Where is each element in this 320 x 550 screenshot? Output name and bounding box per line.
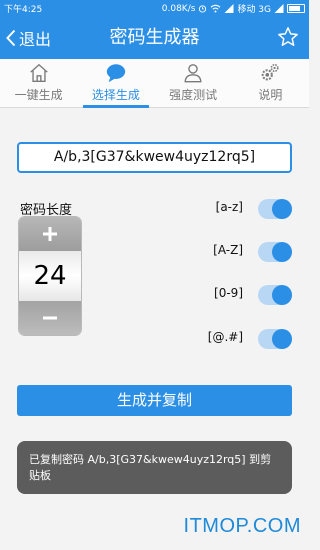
signal-icon (224, 4, 234, 13)
toggle-knob (272, 285, 292, 305)
option-uppercase: [A-Z] (190, 240, 295, 264)
toast-message: 已复制密码 A/b,3[G37&kwew4uyz12rq5] 到剪贴板 (17, 441, 292, 494)
battery-icon (287, 4, 305, 13)
password-output-field[interactable]: A/b,3[G37&kwew4uyz12rq5] (17, 142, 292, 173)
uppercase-toggle[interactable] (258, 242, 292, 262)
chevron-left-icon (6, 29, 16, 47)
tab-label: 选择生成 (91, 88, 140, 102)
house-icon (29, 63, 48, 82)
option-symbols: [@.#] (190, 327, 295, 351)
toggle-knob (272, 242, 292, 262)
carrier-text: 移动 3G (237, 5, 271, 15)
length-value: 24 (19, 251, 81, 301)
tab-label: 强度测试 (169, 88, 218, 102)
tab-one-click[interactable]: 一键生成 (0, 59, 77, 107)
status-right: 0.08K/s 移动 3G (162, 2, 305, 15)
status-bar: 下午4:25 0.08K/s 移动 3G (0, 0, 309, 17)
option-label: [0-9] (214, 286, 243, 300)
symbols-toggle[interactable] (258, 329, 292, 349)
network-speed: 0.08K/s (161, 3, 196, 14)
chat-bubble-icon (106, 64, 126, 83)
wifi-icon (211, 4, 221, 13)
tab-help[interactable]: 说明 (232, 59, 309, 107)
title-bar: 密码生成器 退出 (0, 17, 309, 59)
gears-icon (262, 63, 279, 81)
length-stepper: 24 (19, 217, 81, 335)
lowercase-toggle[interactable] (258, 199, 292, 219)
status-time: 下午4:25 (4, 5, 43, 15)
option-label: [a-z] (215, 200, 243, 214)
toggle-knob (272, 199, 292, 219)
watermark: ITMOP.COM (183, 515, 301, 537)
signal-icon-2 (274, 4, 284, 13)
tab-label: 一键生成 (14, 88, 63, 102)
option-digits: [0-9] (190, 283, 295, 307)
toggle-knob (272, 329, 292, 349)
back-button[interactable]: 退出 (6, 17, 51, 59)
option-label: [@.#] (207, 330, 243, 344)
plus-icon (43, 227, 57, 241)
increment-button[interactable] (19, 217, 81, 251)
tab-strength-test[interactable]: 强度测试 (155, 59, 232, 107)
decrement-button[interactable] (19, 301, 81, 335)
digits-toggle[interactable] (258, 285, 292, 305)
back-label: 退出 (19, 30, 52, 49)
option-label: [A-Z] (213, 243, 243, 257)
option-lowercase: [a-z] (190, 197, 295, 221)
tab-bar: 一键生成 选择生成 强度测试 说明 (0, 59, 309, 108)
minus-icon (43, 316, 57, 320)
favorite-button[interactable] (277, 26, 299, 52)
generate-copy-button[interactable]: 生成并复制 (17, 385, 292, 416)
star-icon (278, 27, 298, 46)
password-length-label: 密码长度 (20, 203, 73, 218)
alarm-icon (199, 5, 207, 13)
tab-select[interactable]: 选择生成 (77, 59, 154, 108)
tab-label: 说明 (258, 88, 283, 102)
person-icon (184, 64, 202, 83)
